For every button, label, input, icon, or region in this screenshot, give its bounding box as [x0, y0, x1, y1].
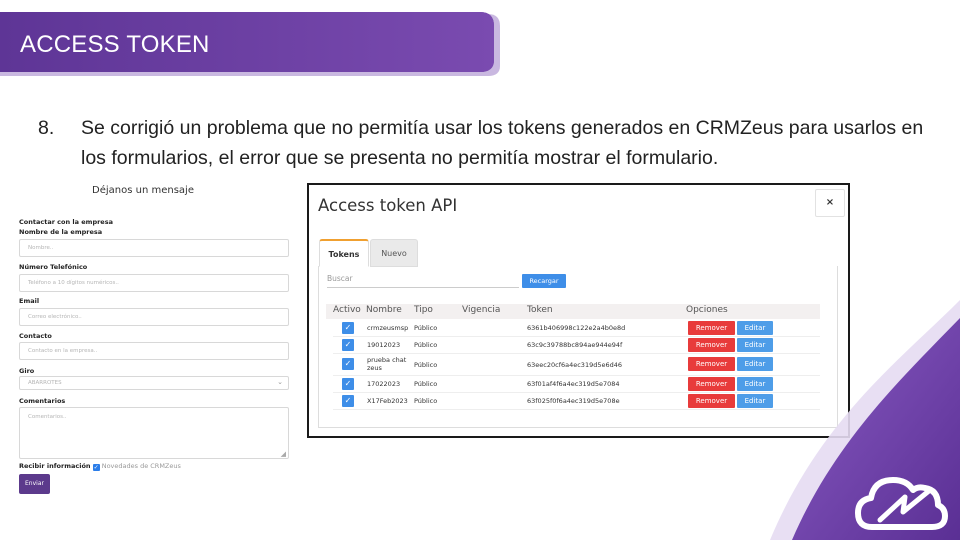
- table-row: ✓ prueba chat zeus Público 63eec20cf6a4e…: [333, 354, 820, 376]
- edit-button[interactable]: Editar: [737, 377, 773, 391]
- table-header: Activo Nombre Tipo Vigencia Token Opcion…: [326, 304, 820, 319]
- table-row: ✓ crmzeusmsp Público 6361b406998c122e2a4…: [333, 320, 820, 337]
- table-row: ✓ X17Feb2023 Público 63f025f0f6a4ec319d5…: [333, 393, 820, 410]
- row-token: 63f01af4f6a4ec319d5e7084: [527, 380, 620, 388]
- row-token: 63c9c39788bc894ae944e94f: [527, 341, 623, 349]
- telefono-placeholder: Teléfono a 10 dígitos numéricos..: [28, 280, 119, 286]
- cloud-logo-icon: [855, 477, 948, 530]
- telefono-input[interactable]: Teléfono a 10 dígitos numéricos..: [19, 274, 289, 292]
- comentarios-placeholder: Comentarios..: [28, 414, 67, 420]
- comentarios-label: Comentarios: [19, 397, 66, 405]
- telefono-label: Número Telefónico: [19, 263, 88, 271]
- table-row: ✓ 17022023 Público 63f01af4f6a4ec319d5e7…: [333, 376, 820, 393]
- remove-button[interactable]: Remover: [688, 357, 735, 371]
- contacto-input[interactable]: Contacto en la empresa..: [19, 342, 289, 360]
- edit-button[interactable]: Editar: [737, 321, 773, 335]
- contactar-label: Contactar con la empresa: [19, 218, 113, 226]
- email-input[interactable]: Correo electrónico..: [19, 308, 289, 326]
- comentarios-textarea[interactable]: Comentarios.. ◢: [19, 407, 289, 459]
- resize-grip-icon[interactable]: ◢: [281, 450, 286, 458]
- active-checkbox[interactable]: ✓: [342, 395, 354, 407]
- form-title: Déjanos un mensaje: [92, 185, 194, 196]
- row-name: X17Feb2023: [367, 397, 408, 405]
- edit-button[interactable]: Editar: [737, 357, 773, 371]
- item-number: 8.: [38, 117, 55, 139]
- contacto-label: Contacto: [19, 332, 52, 340]
- active-checkbox[interactable]: ✓: [342, 322, 354, 334]
- col-tipo: Tipo: [414, 305, 433, 315]
- remove-button[interactable]: Remover: [688, 377, 735, 391]
- active-checkbox[interactable]: ✓: [342, 358, 354, 370]
- recibir-label: Recibir información: [19, 462, 91, 470]
- close-button[interactable]: ×: [815, 189, 845, 217]
- row-type: Público: [414, 341, 438, 349]
- email-placeholder: Correo electrónico..: [28, 314, 82, 320]
- recibir-row: Recibir información ✓ Novedades de CRMZe…: [19, 462, 181, 471]
- item-text: Se corrigió un problema que no permitía …: [81, 117, 924, 169]
- nombre-label: Nombre de la empresa: [19, 228, 103, 236]
- reload-button[interactable]: Recargar: [522, 274, 566, 288]
- col-token: Token: [527, 305, 553, 315]
- active-checkbox[interactable]: ✓: [342, 378, 354, 390]
- col-activo: Activo: [333, 305, 361, 315]
- slide-title: ACCESS TOKEN: [20, 31, 210, 58]
- row-type: Público: [414, 380, 438, 388]
- tab-tokens[interactable]: Tokens: [319, 239, 369, 267]
- row-type: Público: [414, 361, 438, 369]
- contacto-placeholder: Contacto en la empresa..: [28, 348, 98, 354]
- row-name: 17022023: [367, 380, 401, 388]
- col-opciones: Opciones: [686, 305, 728, 315]
- email-label: Email: [19, 297, 40, 305]
- row-token: 63eec20cf6a4ec319d5e6d46: [527, 361, 623, 369]
- row-name: crmzeusmsp: [367, 324, 409, 332]
- remove-button[interactable]: Remover: [688, 394, 735, 408]
- table-row: ✓ 19012023 Público 63c9c39788bc894ae944e…: [333, 337, 820, 354]
- chevron-down-icon: ⌄: [277, 378, 283, 386]
- giro-label: Giro: [19, 367, 35, 375]
- col-nombre: Nombre: [366, 305, 402, 315]
- novedades-checkbox[interactable]: ✓: [92, 464, 100, 471]
- giro-select[interactable]: ABARROTES ⌄: [19, 376, 289, 390]
- access-token-modal: Access token API × Tokens Nuevo Buscar R…: [307, 183, 850, 438]
- active-checkbox[interactable]: ✓: [342, 339, 354, 351]
- row-type: Público: [414, 324, 438, 332]
- title-banner: ACCESS TOKEN: [0, 0, 960, 90]
- col-vigencia: Vigencia: [462, 305, 501, 315]
- edit-button[interactable]: Editar: [737, 338, 773, 352]
- novedades-label: Novedades de CRMZeus: [101, 462, 181, 470]
- nombre-input[interactable]: Nombre..: [19, 239, 289, 257]
- modal-title: Access token API: [318, 196, 458, 215]
- search-input[interactable]: Buscar: [327, 271, 519, 288]
- edit-button[interactable]: Editar: [737, 394, 773, 408]
- giro-value: ABARROTES: [28, 380, 62, 386]
- nombre-placeholder: Nombre..: [28, 245, 54, 251]
- enviar-button[interactable]: Enviar: [19, 474, 50, 494]
- row-token: 6361b406998c122e2a4b0e8d: [527, 324, 626, 332]
- remove-button[interactable]: Remover: [688, 321, 735, 335]
- row-name: 19012023: [367, 341, 401, 349]
- search-placeholder: Buscar: [327, 274, 353, 283]
- row-name: prueba chat zeus: [367, 356, 407, 372]
- tab-nuevo[interactable]: Nuevo: [370, 239, 418, 267]
- row-token: 63f025f0f6a4ec319d5e708e: [527, 397, 620, 405]
- remove-button[interactable]: Remover: [688, 338, 735, 352]
- row-type: Público: [414, 397, 438, 405]
